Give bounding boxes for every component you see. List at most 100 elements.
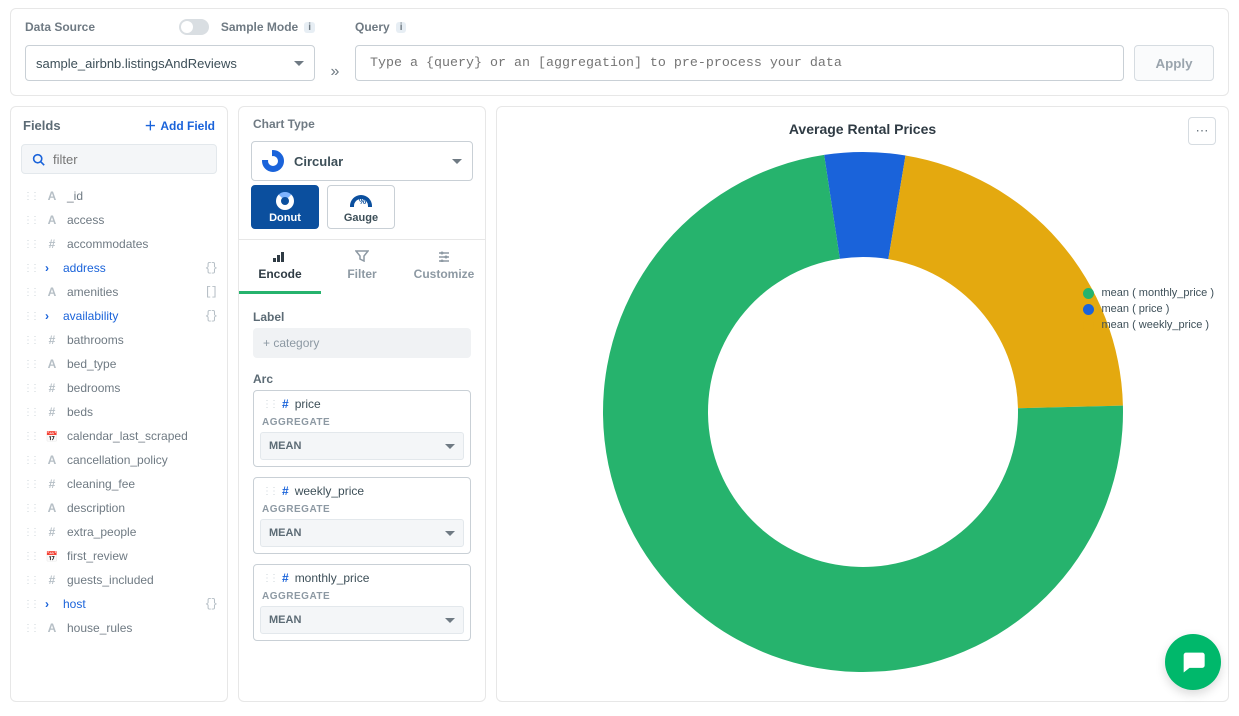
chart-type-select[interactable]: Circular xyxy=(251,141,473,181)
chart-subtype-donut[interactable]: Donut xyxy=(251,185,319,229)
query-input[interactable] xyxy=(355,45,1124,81)
grip-icon: ⋮⋮ xyxy=(23,335,37,346)
arc-field-name: price xyxy=(295,397,321,411)
encode-icon xyxy=(273,250,287,262)
hash-icon xyxy=(45,333,59,347)
field-item-bathrooms[interactable]: ⋮⋮bathrooms xyxy=(11,328,227,352)
label-header: Label xyxy=(253,310,471,324)
field-item-accommodates[interactable]: ⋮⋮accommodates xyxy=(11,232,227,256)
plus-icon: ＋ xyxy=(144,117,156,134)
field-item-description[interactable]: ⋮⋮description xyxy=(11,496,227,520)
legend-item: mean ( price ) xyxy=(1083,303,1215,315)
legend-item: mean ( weekly_price ) xyxy=(1083,319,1215,331)
fields-filter[interactable] xyxy=(21,144,217,174)
expand-icon[interactable]: › xyxy=(45,261,55,275)
field-item-host[interactable]: ⋮⋮ › host {} xyxy=(11,592,227,616)
aggregate-select[interactable]: MEAN xyxy=(260,606,464,634)
aggregate-value: MEAN xyxy=(269,440,301,452)
hash-icon xyxy=(45,525,59,539)
hash-icon xyxy=(45,237,59,251)
info-icon[interactable]: i xyxy=(396,22,407,33)
object-badge: {} xyxy=(205,597,217,611)
chat-help-button[interactable] xyxy=(1165,634,1221,690)
data-source-value: sample_airbnb.listingsAndReviews xyxy=(36,56,237,71)
field-name: host xyxy=(63,597,86,611)
legend-label: mean ( price ) xyxy=(1102,303,1170,315)
chart-type-value: Circular xyxy=(294,154,343,169)
field-item-availability[interactable]: ⋮⋮›availability{} xyxy=(11,304,227,328)
grip-icon: ⋮⋮ xyxy=(23,479,37,490)
field-item-extra-people[interactable]: ⋮⋮extra_people xyxy=(11,520,227,544)
hash-icon xyxy=(45,381,59,395)
data-source-select[interactable]: sample_airbnb.listingsAndReviews xyxy=(25,45,315,81)
field-item-address[interactable]: ⋮⋮›address{} xyxy=(11,256,227,280)
legend-swatch xyxy=(1083,320,1094,331)
chart-more-button[interactable]: ⋯ xyxy=(1188,117,1216,145)
field-item-first-review[interactable]: ⋮⋮first_review xyxy=(11,544,227,568)
expand-icon[interactable]: › xyxy=(45,597,55,611)
grip-icon: ⋮⋮ xyxy=(23,551,37,562)
date-icon xyxy=(45,429,59,443)
tab-customize[interactable]: Customize xyxy=(403,240,485,294)
hash-icon xyxy=(45,477,59,491)
aggregate-select[interactable]: MEAN xyxy=(260,519,464,547)
grip-icon: ⋮⋮ xyxy=(23,623,37,634)
donut-slice[interactable] xyxy=(888,155,1123,408)
ellipsis-icon: ⋯ xyxy=(1196,123,1209,139)
field-item-access[interactable]: ⋮⋮access xyxy=(11,208,227,232)
field-item-bedrooms[interactable]: ⋮⋮ bedrooms xyxy=(11,376,227,400)
field-name: house_rules xyxy=(67,621,132,635)
arc-card-weekly_price[interactable]: ⋮⋮#weekly_priceAGGREGATEMEAN xyxy=(253,477,471,554)
label-slot[interactable]: + category xyxy=(253,328,471,358)
grip-icon: ⋮⋮ xyxy=(23,527,37,538)
aggregate-value: MEAN xyxy=(269,614,301,626)
fields-list: ⋮⋮_id⋮⋮access⋮⋮accommodates⋮⋮›address{}⋮… xyxy=(11,180,227,644)
field-item-house-rules[interactable]: ⋮⋮ house_rules xyxy=(11,616,227,640)
aggregate-select[interactable]: MEAN xyxy=(260,432,464,460)
arc-card-price[interactable]: ⋮⋮#priceAGGREGATEMEAN xyxy=(253,390,471,467)
grip-icon: ⋮⋮ xyxy=(23,287,37,298)
arc-field-name: monthly_price xyxy=(295,571,370,585)
field-name: accommodates xyxy=(67,237,148,251)
top-bar: Data Source Sample Mode i Query i sample… xyxy=(10,8,1229,96)
field-name: cleaning_fee xyxy=(67,477,135,491)
fields-filter-input[interactable] xyxy=(53,152,228,167)
field-item-guests-included[interactable]: ⋮⋮guests_included xyxy=(11,568,227,592)
field-item-calendar-last-scraped[interactable]: ⋮⋮calendar_last_scraped xyxy=(11,424,227,448)
hash-icon xyxy=(45,405,59,419)
encode-body: Label + category Arc ⋮⋮#priceAGGREGATEME… xyxy=(239,294,485,644)
arc-card-monthly_price[interactable]: ⋮⋮#monthly_priceAGGREGATEMEAN xyxy=(253,564,471,641)
field-name: bedrooms xyxy=(67,381,120,395)
info-icon[interactable]: i xyxy=(304,22,315,33)
grip-icon: ⋮⋮ xyxy=(262,573,276,584)
field-item-amenities[interactable]: ⋮⋮amenities[] xyxy=(11,280,227,304)
caret-down-icon xyxy=(294,61,304,66)
field-name: cancellation_policy xyxy=(67,453,168,467)
field-name: amenities xyxy=(67,285,118,299)
grip-icon: ⋮⋮ xyxy=(23,383,37,394)
chart-subtype-gauge[interactable]: Gauge xyxy=(327,185,395,229)
add-field-button[interactable]: ＋ Add Field xyxy=(144,117,215,134)
field-item-bed-type[interactable]: ⋮⋮bed_type xyxy=(11,352,227,376)
arc-field-name: weekly_price xyxy=(295,484,364,498)
field-item-beds[interactable]: ⋮⋮beds xyxy=(11,400,227,424)
text-icon xyxy=(45,285,59,299)
chat-icon xyxy=(1179,648,1207,676)
field-item-cleaning-fee[interactable]: ⋮⋮ cleaning_fee xyxy=(11,472,227,496)
hash-icon xyxy=(45,573,59,587)
grip-icon: ⋮⋮ xyxy=(23,599,37,610)
tab-encode[interactable]: Encode xyxy=(239,240,321,294)
field-item--id[interactable]: ⋮⋮_id xyxy=(11,184,227,208)
chart-subtype-label: Gauge xyxy=(344,212,378,224)
apply-button[interactable]: Apply xyxy=(1134,45,1214,81)
field-item-cancellation-policy[interactable]: ⋮⋮cancellation_policy xyxy=(11,448,227,472)
pipeline-arrow-icon: » xyxy=(325,63,345,81)
expand-icon[interactable]: › xyxy=(45,309,55,323)
text-icon xyxy=(45,213,59,227)
grip-icon: ⋮⋮ xyxy=(262,486,276,497)
filter-icon xyxy=(355,250,369,262)
field-name: beds xyxy=(67,405,93,419)
sample-mode-toggle[interactable] xyxy=(179,19,209,35)
text-icon xyxy=(45,501,59,515)
tab-filter[interactable]: Filter xyxy=(321,240,403,294)
